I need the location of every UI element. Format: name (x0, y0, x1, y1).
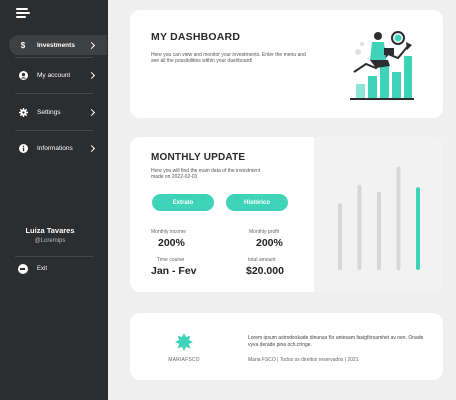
monthly-income-value: 200% (158, 237, 185, 249)
time-course-value: Jan - Fev (151, 265, 197, 277)
monthly-profit-label: Monthly profit (249, 229, 280, 235)
gear-icon (18, 107, 28, 117)
chevron-right-icon (87, 144, 96, 152)
divider (15, 256, 93, 257)
chart-bar (396, 166, 401, 270)
sidebar-item-label: Investments (37, 41, 75, 49)
chart-panel (314, 137, 443, 292)
monthly-update-title: MONTHLY UPDATE (151, 152, 246, 163)
dollar-icon: $ (20, 40, 26, 50)
chevron-right-icon (87, 71, 96, 79)
sidebar-item-informations[interactable]: Informations (9, 138, 107, 158)
chevron-right-icon (87, 108, 96, 116)
footer-copyright: Maria FSCO | Todos os direitos reservado… (248, 357, 359, 363)
monthly-update-subtitle: Here you will find the main data of the … (151, 168, 261, 181)
sidebar-item-settings[interactable]: Settings (9, 102, 107, 122)
hamburger-menu-icon[interactable] (16, 8, 30, 18)
sidebar: $ Investments My account Settings Inform… (0, 0, 108, 400)
footer-brand: MARIAFSCO (168, 357, 200, 363)
chart-bar (416, 187, 420, 270)
sidebar-item-investments[interactable]: $ Investments (9, 35, 107, 55)
brand-logo-icon (175, 333, 193, 351)
user-name: Luiza Tavares (25, 226, 75, 235)
total-amount-label: total amount (248, 257, 276, 263)
total-amount-value: $20.000 (246, 265, 284, 277)
user-icon (18, 70, 28, 80)
info-icon (18, 143, 28, 153)
monthly-profit-value: 200% (256, 237, 283, 249)
divider (15, 57, 93, 58)
user-handle: @Loremips (34, 238, 66, 244)
dashboard-description: Here you can view and monitor your inves… (151, 52, 306, 65)
chart-bar (357, 184, 362, 270)
divider (15, 130, 93, 131)
footer-card: MARIAFSCO Lorem ipsum astrodeskade dinun… (130, 313, 443, 380)
monthly-income-label: Monthly income (151, 229, 187, 235)
monthly-update-card: MONTHLY UPDATE Here you will find the ma… (130, 137, 443, 292)
monthly-bar-chart (338, 166, 420, 270)
exit-label: Exit (37, 266, 48, 272)
chart-bar (338, 203, 342, 270)
extrato-button[interactable]: Extrato (152, 194, 214, 211)
logout-icon (18, 264, 28, 274)
divider (15, 93, 93, 94)
exit-button[interactable]: Exit (18, 264, 47, 274)
footer-text: Lorem ipsum astrodeskade dinunas för ant… (248, 335, 424, 348)
sidebar-item-label: Settings (37, 108, 61, 116)
investor-illustration (350, 31, 414, 100)
sidebar-item-my-account[interactable]: My account (9, 65, 107, 85)
dashboard-card: MY DASHBOARD Here you can view and monit… (130, 10, 443, 118)
chart-bar (377, 191, 381, 270)
sidebar-item-label: Informations (37, 144, 73, 152)
time-course-label: Time course (157, 257, 185, 263)
chevron-right-icon (87, 41, 96, 49)
page-title: MY DASHBOARD (151, 31, 241, 43)
sidebar-item-label: My account (37, 71, 71, 79)
historico-button[interactable]: Histórico (226, 194, 288, 211)
